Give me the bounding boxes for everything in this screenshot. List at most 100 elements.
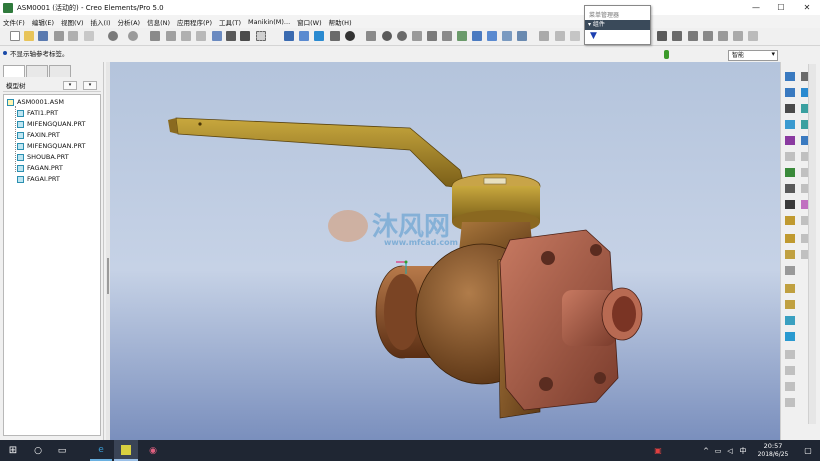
- menu-file[interactable]: 文件(F): [3, 17, 25, 27]
- menu-view[interactable]: 视图(V): [61, 17, 84, 27]
- package-tool-icon[interactable]: [785, 234, 795, 243]
- interchange-tool-icon[interactable]: [785, 300, 795, 309]
- save-icon[interactable]: [38, 31, 48, 41]
- sketch-curve-tool-icon[interactable]: [785, 120, 795, 129]
- redo-icon[interactable]: [128, 31, 138, 41]
- curve-tool-icon[interactable]: [785, 104, 795, 113]
- maximize-button[interactable]: ☐: [769, 0, 793, 15]
- tab-model-tree[interactable]: [3, 65, 25, 77]
- tree-item-part[interactable]: FATI1.PRT: [17, 108, 58, 118]
- style-tool-icon[interactable]: [785, 136, 795, 145]
- tree-item-part[interactable]: MIFENGQUAN.PRT: [17, 141, 85, 151]
- clock-date[interactable]: 2018/6/25: [752, 451, 794, 459]
- pattern-tool-icon[interactable]: [785, 184, 795, 193]
- menu-analysis[interactable]: 分析(A): [118, 17, 141, 27]
- browser-app-icon[interactable]: e: [90, 440, 112, 461]
- family-table-icon[interactable]: [718, 31, 728, 41]
- tree-show-icon[interactable]: ▾: [83, 80, 97, 90]
- datum-planes-icon[interactable]: [472, 31, 482, 41]
- media-app-icon[interactable]: ◉: [142, 440, 164, 461]
- search-icon[interactable]: ○: [28, 440, 48, 461]
- zoom-out-icon[interactable]: [397, 31, 407, 41]
- paste-icon[interactable]: [181, 31, 191, 41]
- annotation-filter-icon[interactable]: [555, 31, 565, 41]
- spin-center-icon[interactable]: [314, 31, 324, 41]
- ime-indicator[interactable]: 中: [736, 440, 750, 461]
- menu-info[interactable]: 信息(N): [147, 17, 170, 27]
- tree-item-part[interactable]: FAGAI.PRT: [17, 174, 60, 184]
- menu-insert[interactable]: 插入(I): [91, 17, 111, 27]
- network-icon[interactable]: ▭: [712, 440, 724, 461]
- appearance-icon[interactable]: [457, 31, 467, 41]
- cut-out-tool-icon[interactable]: [785, 316, 795, 325]
- layout-tool-icon[interactable]: [785, 266, 795, 275]
- tree-item-part[interactable]: SHOUBA.PRT: [17, 152, 69, 162]
- menu-window[interactable]: 窗口(W): [297, 17, 322, 27]
- datum-axes-icon[interactable]: [487, 31, 497, 41]
- handle-part[interactable]: [168, 117, 466, 189]
- selection-filter-select[interactable]: 智能: [728, 50, 778, 61]
- right-toolbar-scrollbar[interactable]: [808, 64, 816, 424]
- new-file-icon[interactable]: [10, 31, 20, 41]
- cut-icon[interactable]: [150, 31, 160, 41]
- open-folder-icon[interactable]: [24, 31, 34, 41]
- send-mail-icon[interactable]: [68, 31, 78, 41]
- paste-special-icon[interactable]: [196, 31, 206, 41]
- menu-applications[interactable]: 应用程序(P): [177, 17, 212, 27]
- regenerate-icon[interactable]: [212, 31, 222, 41]
- saved-views-icon[interactable]: [427, 31, 437, 41]
- search-tool-icon[interactable]: [240, 31, 250, 41]
- assemble-component-icon[interactable]: [785, 168, 795, 177]
- ball-valve-model[interactable]: [110, 62, 780, 440]
- tab-favorites[interactable]: [49, 65, 71, 77]
- assembly-process-icon[interactable]: [733, 31, 743, 41]
- menu-tools[interactable]: 工具(T): [219, 17, 241, 27]
- coordinate-systems-icon[interactable]: [517, 31, 527, 41]
- tab-folder-browser[interactable]: [26, 65, 48, 77]
- parameters-icon[interactable]: [703, 31, 713, 41]
- print-icon[interactable]: [54, 31, 64, 41]
- refit-icon[interactable]: [412, 31, 422, 41]
- annotation-display-icon[interactable]: [539, 31, 549, 41]
- orient-mode-icon[interactable]: [299, 31, 309, 41]
- right-pipe-part[interactable]: [562, 287, 643, 346]
- pan-icon[interactable]: [366, 31, 376, 41]
- shading-icon[interactable]: [345, 31, 355, 41]
- tree-item-part[interactable]: MIFENGQUAN.PRT: [17, 119, 85, 129]
- volume-icon[interactable]: ◁: [724, 440, 736, 461]
- tree-item-part[interactable]: FAXIN.PRT: [17, 130, 60, 140]
- creo-app-icon[interactable]: [114, 440, 138, 461]
- menu-manager-arrow-icon[interactable]: ▼: [585, 30, 650, 43]
- include-tool-icon[interactable]: [785, 250, 795, 259]
- mirror-tool-icon[interactable]: [785, 200, 795, 209]
- layers-icon[interactable]: [442, 31, 452, 41]
- undo-icon[interactable]: [108, 31, 118, 41]
- help-pointer-icon[interactable]: [748, 31, 758, 41]
- show-hidden-icons-icon[interactable]: ^: [700, 440, 712, 461]
- datum-plane-tool-icon[interactable]: [785, 72, 795, 81]
- hole-tool-icon[interactable]: [785, 332, 795, 341]
- menu-manager-item[interactable]: ▾ 组件: [585, 20, 650, 30]
- repaint-icon[interactable]: [284, 31, 294, 41]
- menu-manikin[interactable]: Manikin(M)...: [248, 18, 290, 26]
- skeleton-tool-icon[interactable]: [785, 284, 795, 293]
- datum-points-icon[interactable]: [502, 31, 512, 41]
- view-manager-icon[interactable]: [330, 31, 340, 41]
- view-display-icon[interactable]: [570, 31, 580, 41]
- tree-item-assembly[interactable]: ASM0001.ASM: [7, 97, 64, 107]
- create-component-icon[interactable]: [785, 216, 795, 225]
- sketch-plane-tool-icon[interactable]: [785, 88, 795, 97]
- selection-box-icon[interactable]: [256, 31, 266, 41]
- task-view-icon[interactable]: ▭: [52, 440, 72, 461]
- sketch-tool-icon[interactable]: [657, 31, 667, 41]
- copy-icon[interactable]: [166, 31, 176, 41]
- close-button[interactable]: ✕: [795, 0, 819, 15]
- close-window-icon[interactable]: [84, 31, 94, 41]
- start-menu-icon[interactable]: ⊞: [2, 440, 24, 461]
- measure-icon[interactable]: [672, 31, 682, 41]
- relations-icon[interactable]: [688, 31, 698, 41]
- tree-settings-icon[interactable]: ▾: [63, 80, 77, 90]
- notifications-icon[interactable]: ▢: [800, 440, 816, 461]
- splitter-grip[interactable]: [107, 258, 109, 294]
- tree-item-part[interactable]: FAGAN.PRT: [17, 163, 63, 173]
